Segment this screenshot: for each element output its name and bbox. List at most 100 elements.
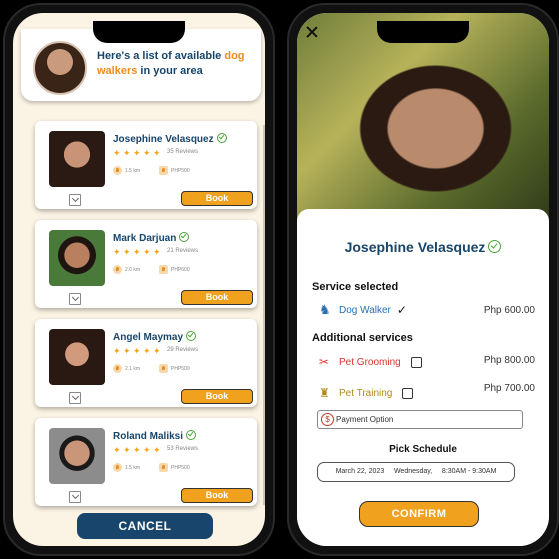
walker-name: Josephine Velasquez xyxy=(297,239,549,255)
distance: 1.5 km xyxy=(113,166,140,175)
bone-icon: ✦ xyxy=(153,247,161,257)
booking-detail-screen: Josephine Velasquez Service selected ♞ D… xyxy=(297,13,549,546)
check-icon: ✓ xyxy=(396,303,407,317)
bone-icon: ✦ xyxy=(143,148,151,158)
user-avatar[interactable] xyxy=(33,41,87,95)
verified-check-icon xyxy=(186,331,197,341)
rating-bones: ✦ ✦ ✦ ✦ ✦ xyxy=(113,248,162,257)
bone-icon: ✦ xyxy=(113,148,121,158)
wallet-icon xyxy=(159,265,168,274)
dog-walker-icon: ♞ xyxy=(319,302,331,317)
additional-services-heading: Additional services xyxy=(312,332,413,344)
bone-icon: ✦ xyxy=(143,247,151,257)
bone-icon: ✦ xyxy=(123,148,131,158)
verified-check-icon xyxy=(186,430,197,440)
location-pin-icon xyxy=(113,265,122,274)
walker-name: Roland Maliksi xyxy=(113,430,197,442)
pick-schedule-heading: Pick Schedule xyxy=(389,444,457,455)
walker-photo xyxy=(49,230,105,286)
rate: PHP500 xyxy=(159,364,190,373)
rating-bones: ✦ ✦ ✦ ✦ ✦ xyxy=(113,149,162,158)
walker-card[interactable]: Roland Maliksi ✦ ✦ ✦ ✦ ✦ 53 Reviews 1.5 km P… xyxy=(35,418,257,506)
grooming-icon: ✂ xyxy=(319,355,330,369)
walker-card[interactable]: Angel Maymay ✦ ✦ ✦ ✦ ✦ 29 Reviews 2.1 km PHP… xyxy=(35,319,257,407)
service-pet-training[interactable]: ♜ Pet Training xyxy=(319,386,414,400)
close-icon[interactable] xyxy=(305,25,319,39)
service-price: Php 600.00 xyxy=(483,305,535,316)
walker-hero-photo xyxy=(297,13,549,223)
phone-booking-detail: Josephine Velasquez Service selected ♞ D… xyxy=(287,3,559,556)
bone-icon: ✦ xyxy=(143,346,151,356)
book-button[interactable]: Book xyxy=(181,389,253,404)
bone-icon: ✦ xyxy=(133,247,141,257)
walker-list-screen: Here's a list of available dog walkers i… xyxy=(13,13,265,546)
verified-check-icon xyxy=(179,232,190,242)
book-button[interactable]: Book xyxy=(181,290,253,305)
location-pin-icon xyxy=(113,166,122,175)
verified-check-icon xyxy=(488,240,502,253)
distance: 1.5 km xyxy=(113,463,140,472)
review-count: 21 Reviews xyxy=(167,248,199,254)
distance: 2.0 km xyxy=(113,265,140,274)
distance: 2.1 km xyxy=(113,364,140,373)
walker-photo xyxy=(49,329,105,385)
wallet-icon xyxy=(159,166,168,175)
verified-check-icon xyxy=(216,133,227,143)
booking-panel: Josephine Velasquez Service selected ♞ D… xyxy=(297,209,549,546)
chevron-down-icon[interactable] xyxy=(69,392,81,404)
grooming-checkbox[interactable] xyxy=(410,356,422,368)
walker-photo xyxy=(49,131,105,187)
bone-icon: ✦ xyxy=(113,346,121,356)
bone-icon: ✦ xyxy=(113,445,121,455)
bone-icon: ✦ xyxy=(123,445,131,455)
phone-notch xyxy=(93,21,185,43)
list-scrollbar[interactable] xyxy=(263,125,265,505)
service-selected-heading: Service selected xyxy=(312,281,399,293)
walker-card[interactable]: Josephine Velasquez ✦ ✦ ✦ ✦ ✦ 35 Reviews 1.5… xyxy=(35,121,257,209)
walker-name: Mark Darjuan xyxy=(113,232,190,244)
bone-icon: ✦ xyxy=(153,346,161,356)
rate: PHP500 xyxy=(159,166,190,175)
bone-icon: ✦ xyxy=(113,247,121,257)
bone-icon: ✦ xyxy=(153,445,161,455)
bone-icon: ✦ xyxy=(123,247,131,257)
list-header-text: Here's a list of available dog walkers i… xyxy=(97,50,245,77)
rate: PHP600 xyxy=(159,265,190,274)
walker-card[interactable]: Mark Darjuan ✦ ✦ ✦ ✦ ✦ 21 Reviews 2.0 km PHP… xyxy=(35,220,257,308)
grooming-price: Php 800.00 xyxy=(483,355,535,366)
review-count: 29 Reviews xyxy=(167,347,199,353)
phone-notch xyxy=(377,21,469,43)
rate: PHP500 xyxy=(159,463,190,472)
review-count: 53 Reviews xyxy=(167,446,199,452)
bone-icon: ✦ xyxy=(123,346,131,356)
service-dog-walker[interactable]: ♞ Dog Walker ✓ xyxy=(319,302,407,318)
service-pet-grooming[interactable]: ✂ Pet Grooming xyxy=(319,355,422,369)
bone-icon: ✦ xyxy=(153,148,161,158)
dollar-icon: $ xyxy=(321,413,334,426)
chevron-down-icon[interactable] xyxy=(69,194,81,206)
training-icon: ♜ xyxy=(319,386,330,400)
review-count: 35 Reviews xyxy=(167,149,199,155)
training-price: Php 700.00 xyxy=(483,383,535,394)
phone-walker-list: Here's a list of available dog walkers i… xyxy=(3,3,275,556)
walker-photo xyxy=(49,428,105,484)
confirm-button[interactable]: CONFIRM xyxy=(359,501,479,527)
walker-name: Josephine Velasquez xyxy=(113,133,227,145)
payment-option-select[interactable]: $ Payment Option xyxy=(317,410,523,429)
book-button[interactable]: Book xyxy=(181,488,253,503)
chevron-down-icon[interactable] xyxy=(69,491,81,503)
rating-bones: ✦ ✦ ✦ ✦ ✦ xyxy=(113,347,162,356)
schedule-field[interactable]: March 22, 2023 Wednesday, 8:30AM - 9:30A… xyxy=(317,462,515,482)
chevron-down-icon[interactable] xyxy=(69,293,81,305)
book-button[interactable]: Book xyxy=(181,191,253,206)
wallet-icon xyxy=(159,364,168,373)
rating-bones: ✦ ✦ ✦ ✦ ✦ xyxy=(113,446,162,455)
bone-icon: ✦ xyxy=(143,445,151,455)
location-pin-icon xyxy=(113,463,122,472)
bone-icon: ✦ xyxy=(133,148,141,158)
bone-icon: ✦ xyxy=(133,445,141,455)
training-checkbox[interactable] xyxy=(402,387,414,399)
walker-name: Angel Maymay xyxy=(113,331,197,343)
location-pin-icon xyxy=(113,364,122,373)
cancel-button[interactable]: CANCEL xyxy=(77,513,213,539)
